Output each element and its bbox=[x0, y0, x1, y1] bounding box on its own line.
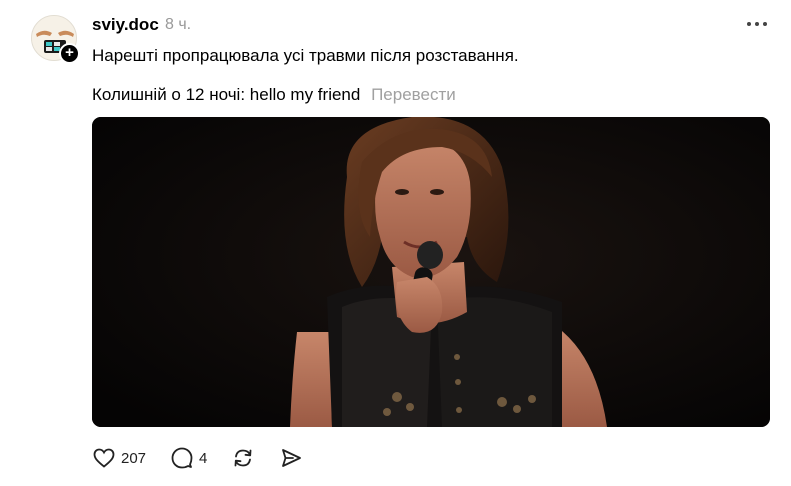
more-options-button[interactable] bbox=[744, 12, 772, 36]
heart-icon bbox=[93, 448, 115, 468]
plus-icon: + bbox=[65, 44, 74, 61]
repost-icon bbox=[234, 449, 252, 467]
thread-post: + sviy.doc 8 ч. Нарешті пропрацювала усі… bbox=[0, 0, 791, 486]
username[interactable]: sviy.doc bbox=[92, 15, 159, 35]
post-video[interactable] bbox=[92, 117, 770, 427]
like-button[interactable]: 207 bbox=[92, 446, 146, 470]
post-text-line-2: Колишній о 12 ночі: hello my friend Пере… bbox=[92, 85, 456, 105]
like-count: 207 bbox=[121, 449, 147, 467]
more-icon bbox=[747, 22, 767, 26]
comment-count: 4 bbox=[199, 449, 208, 467]
comment-button[interactable]: 4 bbox=[170, 446, 207, 470]
share-icon bbox=[282, 449, 302, 467]
video-frame-image bbox=[92, 117, 770, 427]
share-button[interactable] bbox=[279, 446, 303, 470]
follow-button[interactable]: + bbox=[59, 43, 80, 64]
post-actions-bar: 207 4 bbox=[92, 445, 327, 471]
post-text-line-1: Нарешті пропрацювала усі травми після ро… bbox=[92, 46, 519, 65]
post-text-line-2-content: Колишній о 12 ночі: hello my friend bbox=[92, 85, 361, 104]
comment-icon bbox=[171, 447, 193, 469]
repost-button[interactable] bbox=[231, 446, 255, 470]
post-timestamp[interactable]: 8 ч. bbox=[165, 16, 191, 34]
translate-link[interactable]: Перевести bbox=[371, 85, 456, 104]
